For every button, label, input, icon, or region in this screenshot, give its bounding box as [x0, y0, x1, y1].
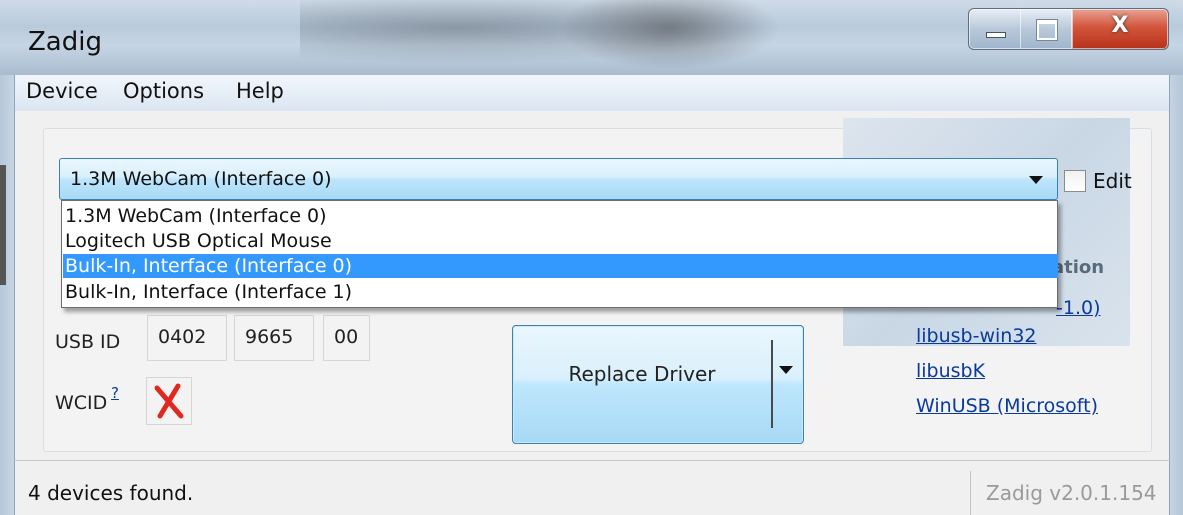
device-combobox-value: 1.3M WebCam (Interface 0) [70, 168, 332, 190]
link-winusb[interactable]: WinUSB (Microsoft) [916, 395, 1098, 417]
minimize-icon [986, 32, 1006, 38]
title-bar-background-shadow [560, 0, 780, 70]
title-bar[interactable]: Zadig X [0, 0, 1183, 75]
status-divider [970, 471, 971, 515]
close-button[interactable]: X [1072, 8, 1169, 50]
maximize-icon [1036, 19, 1058, 41]
frame-shadow [0, 165, 6, 285]
status-message: 4 devices found. [28, 481, 194, 505]
window-frame-left [0, 75, 14, 515]
menu-device[interactable]: Device [26, 79, 98, 103]
menu-bar: Device Options Help [14, 75, 1170, 111]
edit-checkbox[interactable] [1064, 170, 1086, 192]
maximize-button[interactable] [1020, 8, 1073, 50]
replace-driver-button[interactable]: Replace Driver [512, 325, 804, 444]
zadig-window: Zadig X Device Options Help ation -1.0) … [0, 0, 1183, 515]
dropdown-option[interactable]: Bulk-In, Interface (Interface 1) [63, 280, 1058, 304]
menu-help[interactable]: Help [236, 79, 284, 103]
version-label: Zadig v2.0.1.154 [986, 481, 1157, 505]
replace-driver-label: Replace Driver [568, 362, 716, 386]
device-combobox[interactable]: 1.3M WebCam (Interface 0) [59, 158, 1058, 200]
chevron-down-icon[interactable] [779, 366, 793, 374]
red-x-icon [154, 383, 184, 419]
status-bar: 4 devices found. Zadig v2.0.1.154 [14, 460, 1170, 515]
driver-info-title: ation [1052, 257, 1105, 278]
wcid-help-link[interactable]: ? [111, 384, 119, 402]
edit-label: Edit [1093, 169, 1132, 193]
dropdown-option[interactable]: 1.3M WebCam (Interface 0) [63, 204, 1058, 228]
window-title: Zadig [28, 27, 102, 57]
split-divider [771, 340, 773, 428]
device-dropdown-list: 1.3M WebCam (Interface 0) Logitech USB O… [61, 200, 1058, 308]
usb-vid-field: 0402 [147, 315, 227, 361]
chevron-down-icon[interactable] [1029, 176, 1043, 184]
minimize-button[interactable] [968, 8, 1022, 50]
wcid-status-box [146, 377, 192, 425]
dropdown-option-selected[interactable]: Bulk-In, Interface (Interface 0) [63, 254, 1058, 278]
link-libusbk[interactable]: libusbK [916, 360, 985, 382]
usb-mi-field: 00 [323, 315, 370, 361]
wcid-label: WCID [55, 392, 108, 414]
window-frame-right [1168, 75, 1183, 515]
usb-id-label: USB ID [55, 331, 121, 353]
dropdown-option[interactable]: Logitech USB Optical Mouse [63, 229, 1058, 253]
link-libusb[interactable]: -1.0) [1056, 297, 1101, 319]
close-icon: X [1111, 13, 1129, 38]
menu-options[interactable]: Options [123, 79, 204, 103]
usb-pid-field: 9665 [234, 315, 314, 361]
link-libusb-win32[interactable]: libusb-win32 [916, 325, 1037, 347]
